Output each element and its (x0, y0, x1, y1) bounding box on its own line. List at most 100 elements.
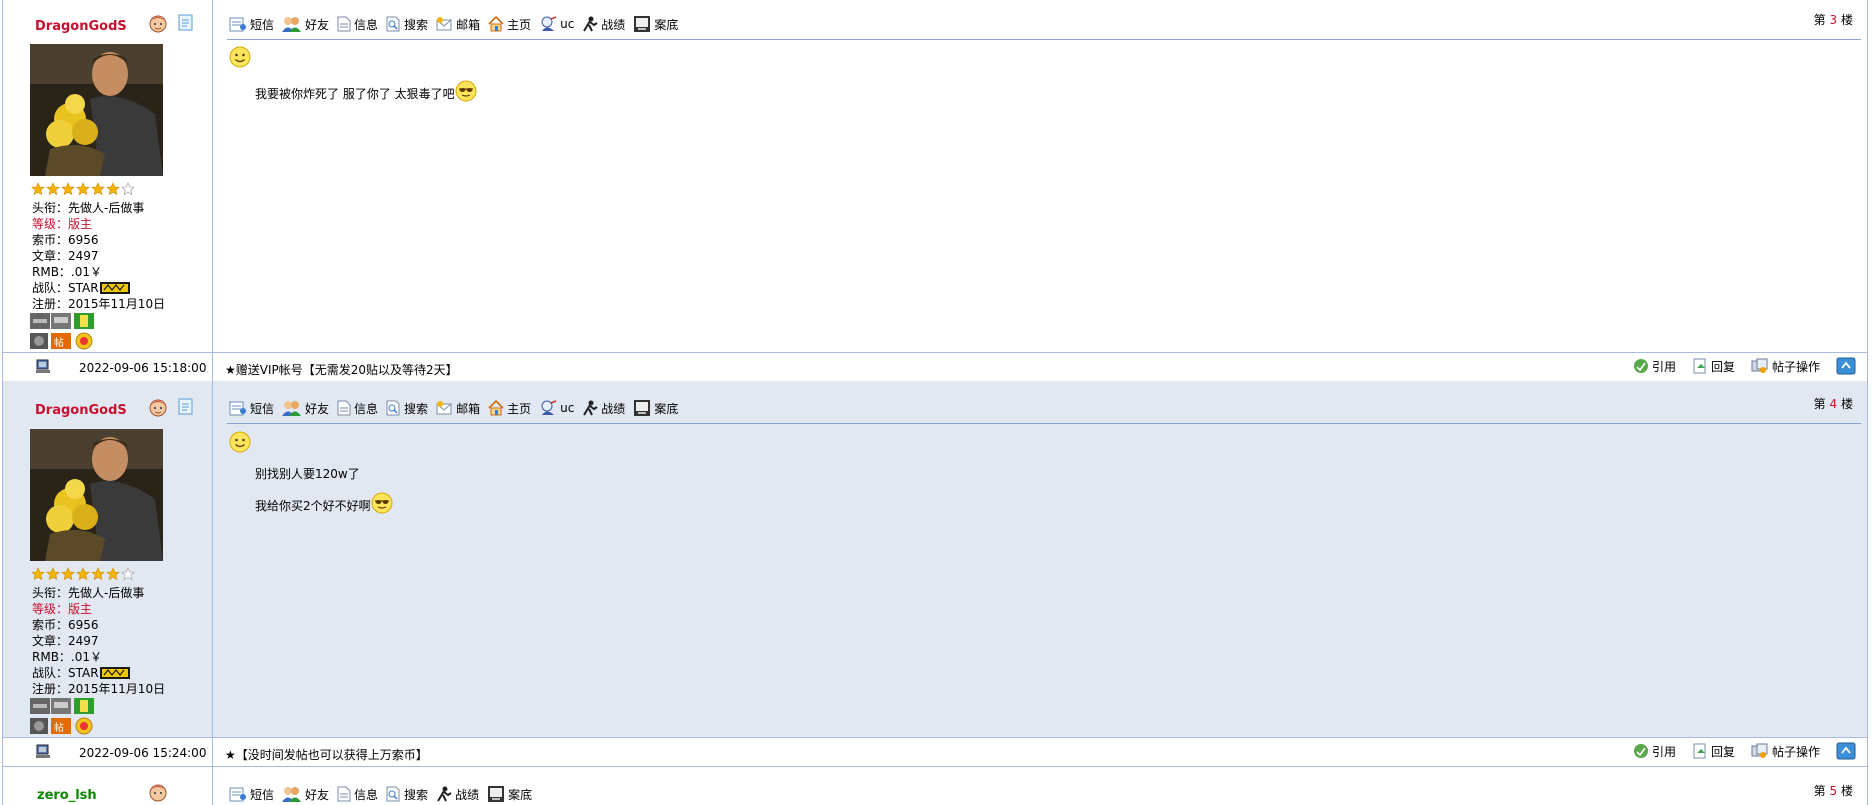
toolbar-sms[interactable]: 短信 (229, 16, 274, 33)
post-line: 我要被你炸死了 服了你了 太狠毒了吧 (255, 80, 477, 102)
avatar[interactable] (30, 429, 163, 561)
svg-text:帖: 帖 (54, 336, 64, 349)
search-icon (386, 786, 400, 802)
user-team-row: 战队：STAR (32, 280, 165, 296)
search-icon (386, 400, 400, 416)
toolbar-info[interactable]: 信息 (337, 786, 378, 803)
record-icon (488, 786, 505, 802)
cool-emoji-icon (455, 80, 477, 102)
info-icon (337, 400, 351, 416)
post-line: 我给你买2个好不好啊 (255, 492, 393, 514)
cool-emoji-icon (371, 492, 393, 514)
user-coins: 索币：6956 (32, 618, 99, 632)
user-panel: DragonGodS 头衔：先做人-后做事 等级：版主 索币：6956 文章：2… (3, 0, 213, 353)
friends-icon (282, 401, 302, 416)
post-ops-button[interactable]: 帖子操作 (1751, 743, 1820, 760)
post-time: 2022-09-06 15:24:00 (79, 746, 207, 760)
user-articles: 文章：2497 (32, 249, 99, 263)
post-ops-button[interactable]: 帖子操作 (1751, 358, 1820, 375)
user-info: 头衔：先做人-后做事 等级：版主 索币：6956 文章：2497 RMB：.01… (32, 200, 165, 312)
info-icon (337, 786, 351, 802)
toolbar-record[interactable]: 案底 (633, 399, 678, 417)
soldier-icon (583, 400, 598, 416)
back-to-top-button[interactable] (1836, 742, 1859, 760)
reply-button[interactable]: 回复 (1692, 358, 1735, 375)
post-ops-icon (1751, 743, 1768, 758)
floor-number: 第 3 楼 (1813, 13, 1853, 27)
user-level: 等级：版主 (32, 602, 93, 616)
post-body: 我要被你炸死了 服了你了 太狠毒了吧 (229, 46, 477, 102)
toolbar-stats[interactable]: 战绩 (582, 400, 625, 417)
quote-button[interactable]: 引用 (1633, 358, 1676, 375)
user-team: 战队：STAR (32, 281, 99, 295)
user-panel: zero_lsh (3, 766, 213, 805)
team-logo-icon (99, 282, 130, 294)
user-toolbar: 短信 好友 信息 搜索 邮箱 主页 uc 战绩 案底 (229, 14, 686, 34)
post-content: 短信 好友 信息 搜索 邮箱 主页 uc 战绩 案底 第 4 楼 别找别人要12… (213, 381, 1867, 737)
quote-button[interactable]: 引用 (1633, 743, 1676, 760)
toolbar-uc[interactable]: uc (539, 400, 574, 416)
user-info: 头衔：先做人-后做事 等级：版主 索币：6956 文章：2497 RMB：.01… (32, 585, 165, 697)
toolbar-stats[interactable]: 战绩 (436, 786, 479, 803)
avatar[interactable] (30, 44, 163, 176)
toolbar-record[interactable]: 案底 (633, 15, 678, 33)
toolbar-search[interactable]: 搜索 (386, 786, 428, 803)
username[interactable]: zero_lsh (37, 788, 97, 803)
post-signature[interactable]: ★赠送VIP帐号【无需发20贴以及等待2天】 (225, 361, 458, 378)
smile-emoji-icon (229, 431, 251, 453)
toolbar-uc[interactable]: uc (539, 16, 574, 32)
user-toolbar: 短信 好友 信息 搜索 邮箱 主页 uc 战绩 案底 (229, 398, 686, 418)
toolbar-search[interactable]: 搜索 (386, 400, 428, 417)
post-actions: 引用 回复 帖子操作 (1617, 357, 1859, 375)
gender-avatar-icon (149, 784, 167, 802)
sms-icon (229, 401, 246, 416)
sms-icon (229, 787, 246, 802)
profile-icon[interactable] (178, 14, 193, 31)
toolbar-search[interactable]: 搜索 (386, 16, 428, 33)
post-actions: 引用 回复 帖子操作 (1617, 742, 1859, 760)
toolbar-info[interactable]: 信息 (337, 400, 378, 417)
user-panel: DragonGodS 头衔：先做人-后做事 等级：版主 索币：6956 文章：2… (3, 381, 213, 737)
floor-number: 第 5 楼 (1813, 784, 1853, 798)
toolbar-friends[interactable]: 好友 (282, 400, 329, 417)
post-footer-side: 2022-09-06 15:18:00 (3, 353, 213, 381)
user-toolbar: 短信 好友 信息 搜索 战绩 案底 (229, 784, 540, 804)
post-line: 别找别人要120w了 (255, 467, 360, 481)
search-icon (386, 16, 400, 32)
user-title: 头衔：先做人-后做事 (32, 586, 145, 600)
username[interactable]: DragonGodS (35, 19, 127, 34)
toolbar-info[interactable]: 信息 (337, 16, 378, 33)
reply-icon (1693, 743, 1706, 759)
reply-button[interactable]: 回复 (1692, 743, 1735, 760)
toolbar-home[interactable]: 主页 (488, 400, 531, 417)
back-to-top-button[interactable] (1836, 357, 1859, 375)
divider (227, 423, 1861, 424)
post-footer-side: 2022-09-06 15:24:00 (3, 738, 213, 766)
user-team-row: 战队：STAR (32, 665, 165, 681)
toolbar-record[interactable]: 案底 (487, 785, 532, 803)
toolbar-friends[interactable]: 好友 (282, 16, 329, 33)
friends-icon (282, 17, 302, 32)
toolbar-mail[interactable]: 邮箱 (436, 400, 480, 417)
soldier-icon (437, 786, 452, 802)
toolbar-sms[interactable]: 短信 (229, 786, 274, 803)
mail-icon (436, 401, 452, 415)
user-rmb: RMB：.01￥ (32, 265, 103, 279)
toolbar-stats[interactable]: 战绩 (582, 16, 625, 33)
username[interactable]: DragonGodS (35, 403, 127, 418)
svg-text:帖: 帖 (54, 721, 64, 734)
toolbar-friends[interactable]: 好友 (282, 786, 329, 803)
toolbar-home[interactable]: 主页 (488, 16, 531, 33)
info-icon (337, 16, 351, 32)
toolbar-mail[interactable]: 邮箱 (436, 16, 480, 33)
profile-icon[interactable] (178, 398, 193, 415)
user-team: 战队：STAR (32, 666, 99, 680)
medal-badges: 帖 (30, 313, 94, 350)
toolbar-sms[interactable]: 短信 (229, 400, 274, 417)
post-signature[interactable]: ★【没时间发帖也可以获得上万索币】 (225, 746, 428, 763)
user-registered: 注册：2015年11月10日 (32, 297, 166, 311)
user-level: 等级：版主 (32, 217, 93, 231)
computer-icon (36, 744, 50, 758)
sms-icon (229, 17, 246, 32)
gender-avatar-icon (149, 399, 167, 417)
